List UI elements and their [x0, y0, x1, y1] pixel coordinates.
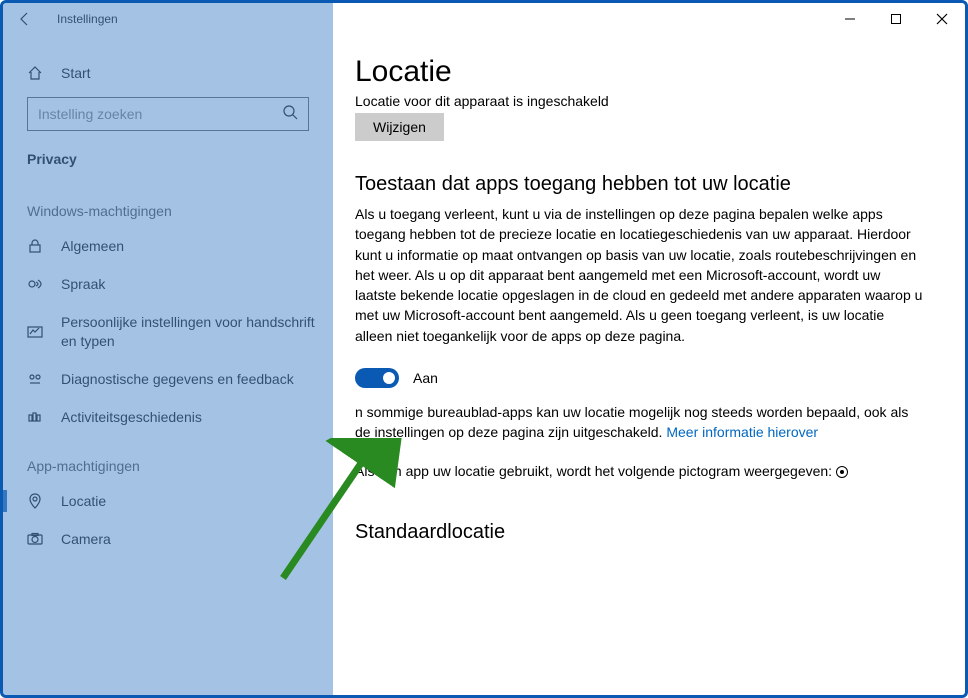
more-info-link[interactable]: Meer informatie hierover	[666, 424, 818, 440]
nav-label: Camera	[61, 530, 315, 548]
nav-item-speech[interactable]: Spraak	[3, 265, 333, 303]
nav-label: Spraak	[61, 275, 315, 293]
window-controls	[827, 3, 965, 35]
feedback-icon	[27, 371, 51, 387]
maximize-button[interactable]	[873, 3, 919, 35]
section-app-permissions: App-machtigingen	[3, 436, 333, 482]
category-label: Privacy	[27, 151, 77, 167]
location-icon	[27, 493, 51, 509]
nav-item-camera[interactable]: Camera	[3, 520, 333, 558]
content-area: Locatie Locatie voor dit apparaat is ing…	[355, 35, 965, 695]
change-button[interactable]: Wijzigen	[355, 113, 444, 141]
toggle-state-label: Aan	[413, 370, 438, 386]
nav-item-general[interactable]: Algemeen	[3, 227, 333, 265]
search-input[interactable]	[27, 97, 309, 131]
toggle-knob	[383, 372, 395, 384]
back-button[interactable]	[3, 3, 47, 35]
device-status-text: Locatie voor dit apparaat is ingeschakel…	[355, 93, 935, 109]
nav-label: Algemeen	[61, 237, 315, 255]
nav-label: Diagnostische gegevens en feedback	[61, 370, 315, 388]
desktop-apps-note-text: n sommige bureaublad-apps kan uw locatie…	[355, 404, 908, 440]
home-icon	[27, 65, 51, 81]
desktop-apps-note: n sommige bureaublad-apps kan uw locatie…	[355, 402, 925, 443]
speech-icon	[27, 276, 51, 292]
search-field[interactable]	[38, 106, 282, 122]
allow-apps-body: Als u toegang verleent, kunt u via de in…	[355, 204, 925, 346]
camera-icon	[27, 531, 51, 547]
search-wrap	[3, 91, 333, 137]
lock-icon	[27, 238, 51, 254]
nav-item-location[interactable]: Locatie	[3, 482, 333, 520]
category-privacy[interactable]: Privacy	[3, 137, 333, 181]
page-title: Locatie	[355, 55, 935, 89]
close-button[interactable]	[919, 3, 965, 35]
default-location-heading: Standaardlocatie	[355, 521, 935, 544]
activity-icon	[27, 409, 51, 425]
nav-label: Locatie	[61, 492, 315, 510]
window-title: Instellingen	[57, 12, 118, 26]
nav-item-activity[interactable]: Activiteitsgeschiedenis	[3, 398, 333, 436]
home-label: Start	[61, 65, 91, 81]
app-uses-note: Als een app uw locatie gebruikt, wordt h…	[355, 461, 925, 481]
app-uses-note-text: Als een app uw locatie gebruikt, wordt h…	[355, 463, 836, 479]
home-button[interactable]: Start	[3, 55, 333, 91]
nav-item-diagnostics[interactable]: Diagnostische gegevens en feedback	[3, 360, 333, 398]
nav-label: Activiteitsgeschiedenis	[61, 408, 315, 426]
allow-apps-heading: Toestaan dat apps toegang hebben tot uw …	[355, 173, 935, 196]
handwriting-icon	[27, 324, 51, 340]
nav-item-inking[interactable]: Persoonlijke instellingen voor handschri…	[3, 303, 333, 359]
nav-label: Persoonlijke instellingen voor handschri…	[61, 313, 315, 349]
search-icon	[282, 104, 298, 125]
location-toggle[interactable]	[355, 368, 399, 388]
sidebar: Start Privacy Windows-machtigingen Algem…	[3, 35, 333, 695]
titlebar: Instellingen	[3, 3, 965, 35]
section-windows-permissions: Windows-machtigingen	[3, 181, 333, 227]
location-toggle-row: Aan	[355, 368, 935, 388]
location-indicator-icon	[836, 466, 848, 478]
minimize-button[interactable]	[827, 3, 873, 35]
settings-window: Instellingen Start	[0, 0, 968, 698]
